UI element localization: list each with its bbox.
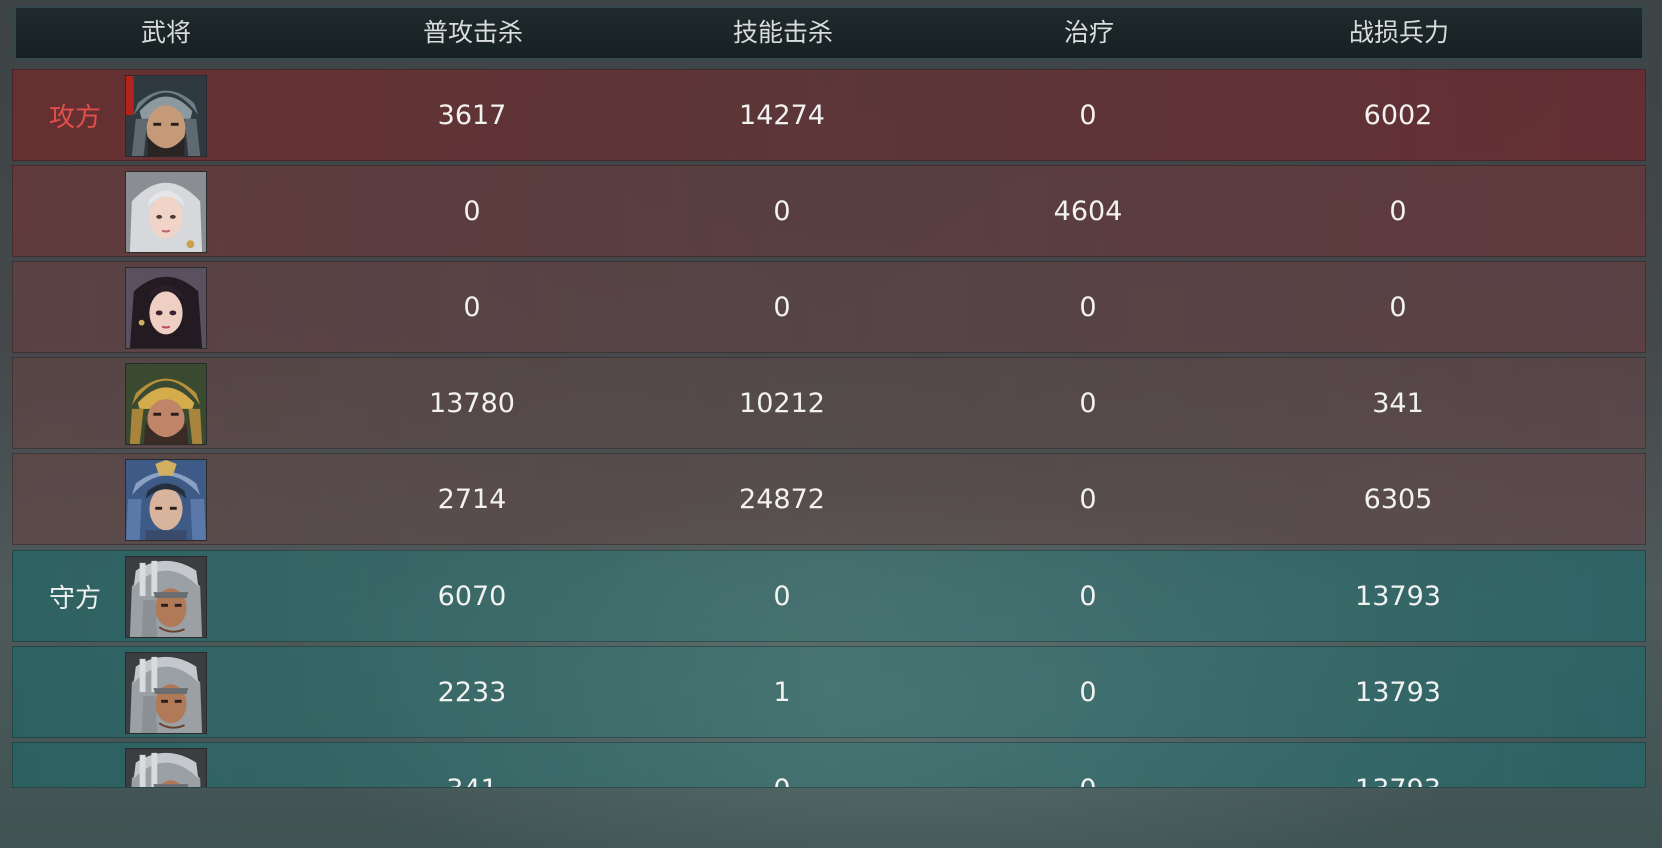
table-row[interactable]: 0 0 4604 0 (12, 165, 1646, 257)
troop-losses-value: 13793 (1355, 676, 1441, 708)
skill-kills-value: 0 (773, 291, 791, 323)
healing-value: 0 (1079, 291, 1097, 323)
header-skill-kills: 技能击杀 (732, 18, 834, 47)
healing-value: 0 (1079, 580, 1097, 612)
table-row[interactable]: 2233 1 0 13793 (12, 646, 1646, 738)
healing-value: 0 (1079, 483, 1097, 515)
dark-haired-lady-portrait[interactable] (125, 267, 207, 349)
normal-kills-value: 2714 (437, 483, 507, 515)
troop-losses-value: 0 (1389, 291, 1407, 323)
skill-kills-value: 14274 (739, 99, 825, 131)
troop-losses-value: 13793 (1338, 743, 1458, 788)
attacker-side-label: 攻方 (48, 102, 102, 133)
normal-kills-value: 341 (412, 743, 532, 788)
silver-helmet-soldier-portrait[interactable] (125, 652, 207, 734)
skill-kills-value: 0 (722, 743, 842, 788)
healing-value: 0 (1028, 743, 1148, 788)
header-normal-kills: 普攻击杀 (422, 18, 524, 47)
blue-crowned-young-general-portrait[interactable] (125, 459, 207, 541)
troop-losses-value: 6305 (1363, 483, 1433, 515)
normal-kills-value: 0 (463, 195, 481, 227)
skill-kills-value: 24872 (739, 483, 825, 515)
normal-kills-value: 13780 (429, 387, 515, 419)
normal-kills-value: 0 (463, 291, 481, 323)
normal-kills-value: 6070 (437, 580, 507, 612)
healing-value: 0 (1079, 99, 1097, 131)
skill-kills-value: 0 (773, 195, 791, 227)
helmeted-warrior-portrait[interactable] (125, 75, 207, 157)
silver-helmet-soldier-portrait[interactable] (125, 556, 207, 638)
table-row[interactable]: 13780 10212 0 341 (12, 357, 1646, 449)
troop-losses-value: 13793 (1355, 580, 1441, 612)
header-general: 武将 (140, 18, 192, 47)
defender-side-label: 守方 (48, 583, 102, 614)
white-haired-lady-portrait[interactable] (125, 171, 207, 253)
header-troop-losses: 战损兵力 (1348, 18, 1450, 47)
healing-value: 4604 (1053, 195, 1123, 227)
healing-value: 0 (1079, 676, 1097, 708)
table-row[interactable]: 2714 24872 0 6305 (12, 453, 1646, 545)
skill-kills-value: 0 (773, 580, 791, 612)
skill-kills-value: 1 (773, 676, 791, 708)
table-row[interactable]: 341 0 0 13793 (12, 742, 1646, 788)
table-row[interactable]: 守方 6070 0 0 13793 (12, 550, 1646, 642)
healing-value: 0 (1079, 387, 1097, 419)
header-healing: 治疗 (1063, 18, 1115, 47)
skill-kills-value: 10212 (739, 387, 825, 419)
normal-kills-value: 3617 (437, 99, 507, 131)
troop-losses-value: 6002 (1363, 99, 1433, 131)
normal-kills-value: 2233 (437, 676, 507, 708)
silver-helmet-soldier-portrait[interactable] (125, 748, 207, 787)
troop-losses-value: 0 (1389, 195, 1407, 227)
table-header: 武将 普攻击杀 技能击杀 治疗 战损兵力 (14, 6, 1644, 60)
golden-helmet-bearded-general-portrait[interactable] (125, 363, 207, 445)
battle-stats-table: 武将 普攻击杀 技能击杀 治疗 战损兵力 攻方 3617 14274 0 600 (0, 0, 1662, 848)
troop-losses-value: 341 (1372, 387, 1424, 419)
table-row[interactable]: 攻方 3617 14274 0 6002 (12, 69, 1646, 161)
table-row[interactable]: 0 0 0 0 (12, 261, 1646, 353)
